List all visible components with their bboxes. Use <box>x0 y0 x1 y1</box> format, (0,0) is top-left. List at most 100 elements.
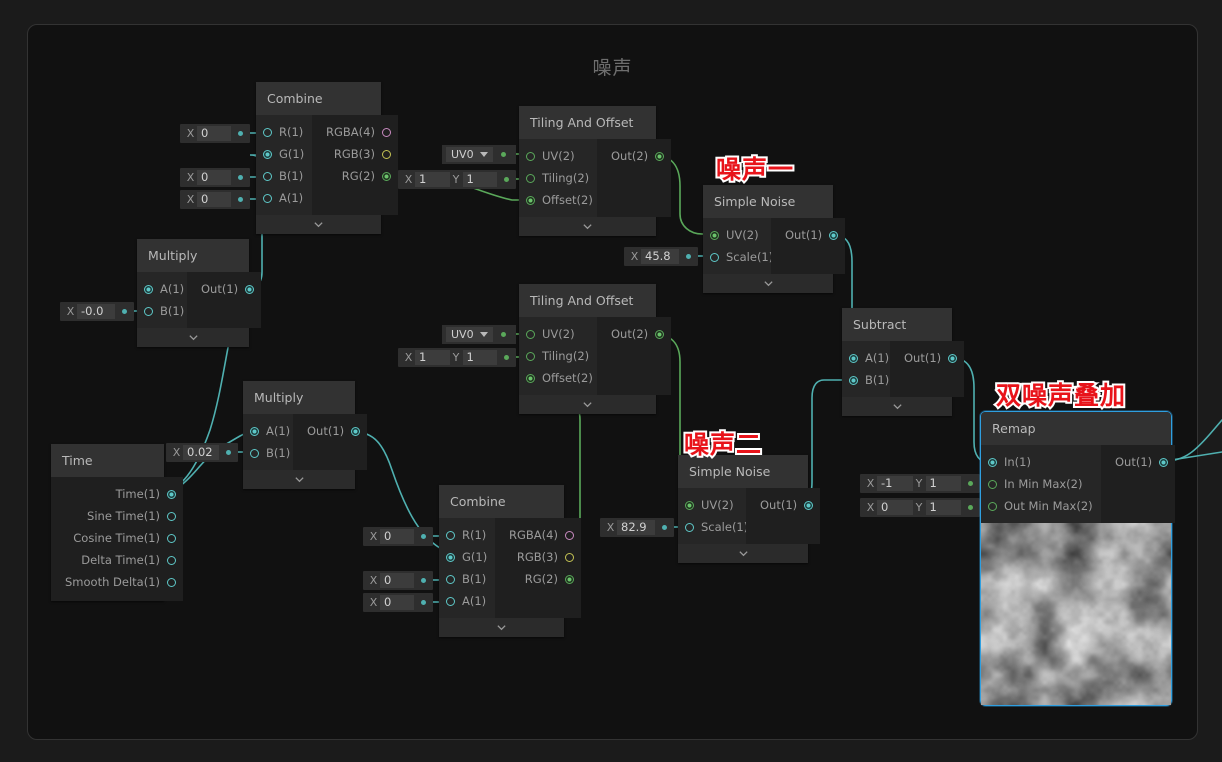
port-icon[interactable] <box>263 171 272 181</box>
port-icon[interactable] <box>144 284 153 294</box>
port-icon[interactable] <box>526 373 535 383</box>
field-output-dot[interactable] <box>504 177 509 182</box>
port-row-rgb[interactable]: RGB(3) <box>312 143 398 165</box>
out-max-input[interactable]: 1 <box>925 500 961 515</box>
tiling-y-input[interactable]: 1 <box>462 350 497 365</box>
tiling-y-input[interactable]: 1 <box>462 172 497 187</box>
port-icon[interactable] <box>829 230 839 240</box>
port-row-a[interactable]: A(1) <box>137 278 187 300</box>
port-row-rgba[interactable]: RGBA(4) <box>495 524 581 546</box>
port-icon[interactable] <box>446 552 455 562</box>
port-row-a[interactable]: A(1) <box>842 347 890 369</box>
field-output-dot[interactable] <box>421 578 426 583</box>
node-tiling-offset-top[interactable]: Tiling And Offset UV(2) Tiling(2) Offset… <box>519 106 672 236</box>
port-icon[interactable] <box>710 230 719 240</box>
scale-input[interactable]: 45.8 <box>641 249 679 264</box>
port-icon[interactable] <box>263 127 272 137</box>
node-multiply-bottom[interactable]: Multiply A(1) B(1) Out(1) <box>243 381 368 489</box>
node-subtract[interactable]: Subtract A(1) B(1) Out(1) <box>842 308 965 416</box>
port-icon[interactable] <box>526 195 535 205</box>
node-combine-top[interactable]: Combine R(1) G(1) B(1) A(1) RGBA(4) RGB(… <box>256 82 398 234</box>
tiling-x-input[interactable]: 1 <box>415 172 450 187</box>
combine-top-b-field[interactable]: X 0 <box>180 168 250 187</box>
noise-one-scale-field[interactable]: X 45.8 <box>624 247 698 266</box>
remap-out-min-max-field[interactable]: X 0 Y 1 <box>860 498 980 517</box>
tiling-bottom-uv-dropdown[interactable]: UV0 <box>442 325 516 344</box>
combine-top-r-field[interactable]: X 0 <box>180 124 250 143</box>
port-icon[interactable] <box>167 555 176 565</box>
port-icon[interactable] <box>144 306 153 316</box>
port-row-cosine-time[interactable]: Cosine Time(1) <box>51 527 183 549</box>
port-icon[interactable] <box>446 596 455 606</box>
uv-channel-select[interactable]: UV0 <box>446 147 493 162</box>
port-icon[interactable] <box>250 448 259 458</box>
value-input[interactable]: -0.0 <box>77 304 115 319</box>
port-row-out[interactable]: Out(2) <box>597 145 671 167</box>
port-row-scale[interactable]: Scale(1) <box>678 516 748 538</box>
node-collapse-toggle[interactable] <box>703 274 833 293</box>
port-row-r[interactable]: R(1) <box>439 524 495 546</box>
port-row-scale[interactable]: Scale(1) <box>703 246 773 268</box>
tiling-x-input[interactable]: 1 <box>415 350 450 365</box>
field-output-dot[interactable] <box>662 525 667 530</box>
port-row-offset[interactable]: Offset(2) <box>519 189 597 211</box>
port-icon[interactable] <box>351 426 361 436</box>
node-collapse-toggle[interactable] <box>243 470 355 489</box>
port-row-out[interactable]: Out(1) <box>1101 451 1175 473</box>
port-icon[interactable] <box>245 284 255 294</box>
field-output-dot[interactable] <box>500 332 506 337</box>
port-icon[interactable] <box>526 151 535 161</box>
port-icon[interactable] <box>526 173 535 183</box>
port-row-smooth-delta[interactable]: Smooth Delta(1) <box>51 571 183 593</box>
node-collapse-toggle[interactable] <box>519 217 656 236</box>
out-min-input[interactable]: 0 <box>877 500 913 515</box>
value-input[interactable]: 0 <box>380 529 414 544</box>
port-icon[interactable] <box>446 530 455 540</box>
port-icon[interactable] <box>988 479 997 489</box>
node-remap[interactable]: Remap In(1) In Min Max(2) Out Min Max(2)… <box>980 411 1176 706</box>
port-icon[interactable] <box>263 193 272 203</box>
port-row-uv[interactable]: UV(2) <box>519 323 597 345</box>
remap-in-min-max-field[interactable]: X -1 Y 1 <box>860 474 980 493</box>
value-input[interactable]: 0 <box>380 573 414 588</box>
node-collapse-toggle[interactable] <box>137 328 249 347</box>
in-min-input[interactable]: -1 <box>877 476 913 491</box>
port-icon[interactable] <box>564 574 574 584</box>
port-icon[interactable] <box>685 522 694 532</box>
in-max-input[interactable]: 1 <box>925 476 961 491</box>
node-collapse-toggle[interactable] <box>519 395 656 414</box>
port-row-out[interactable]: Out(1) <box>771 224 845 246</box>
field-output-dot[interactable] <box>686 254 691 259</box>
port-row-b[interactable]: B(1) <box>439 568 495 590</box>
scale-input[interactable]: 82.9 <box>617 520 655 535</box>
field-output-dot[interactable] <box>238 175 243 180</box>
port-row-in-min-max[interactable]: In Min Max(2) <box>981 473 1101 495</box>
port-icon[interactable] <box>849 375 858 385</box>
port-row-delta-time[interactable]: Delta Time(1) <box>51 549 183 571</box>
port-icon[interactable] <box>381 171 391 181</box>
port-row-rg[interactable]: RG(2) <box>312 165 398 187</box>
node-combine-bottom[interactable]: Combine R(1) G(1) B(1) A(1) RGBA(4) RGB(… <box>439 485 581 637</box>
port-row-out[interactable]: Out(1) <box>293 420 367 442</box>
field-output-dot[interactable] <box>238 197 243 202</box>
node-simple-noise-one[interactable]: Simple Noise UV(2) Scale(1) Out(1) <box>703 185 846 293</box>
port-row-time[interactable]: Time(1) <box>51 483 183 505</box>
port-icon[interactable] <box>167 511 176 521</box>
port-row-g[interactable]: G(1) <box>256 143 312 165</box>
value-input[interactable]: 0 <box>197 126 231 141</box>
value-input[interactable]: 0.02 <box>183 445 219 460</box>
port-row-uv[interactable]: UV(2) <box>678 494 746 516</box>
port-icon[interactable] <box>948 353 958 363</box>
port-icon[interactable] <box>564 552 574 562</box>
port-icon[interactable] <box>655 329 665 339</box>
tiling-bottom-tiling-field[interactable]: X 1 Y 1 <box>398 348 516 367</box>
node-collapse-toggle[interactable] <box>842 397 952 416</box>
port-icon[interactable] <box>655 151 665 161</box>
port-row-a[interactable]: A(1) <box>243 420 293 442</box>
port-row-tiling[interactable]: Tiling(2) <box>519 167 597 189</box>
node-collapse-toggle[interactable] <box>678 544 808 563</box>
uv-channel-select[interactable]: UV0 <box>446 327 493 342</box>
node-tiling-offset-bottom[interactable]: Tiling And Offset UV(2) Tiling(2) Offset… <box>519 284 672 414</box>
field-output-dot[interactable] <box>968 505 973 510</box>
port-icon[interactable] <box>250 426 259 436</box>
